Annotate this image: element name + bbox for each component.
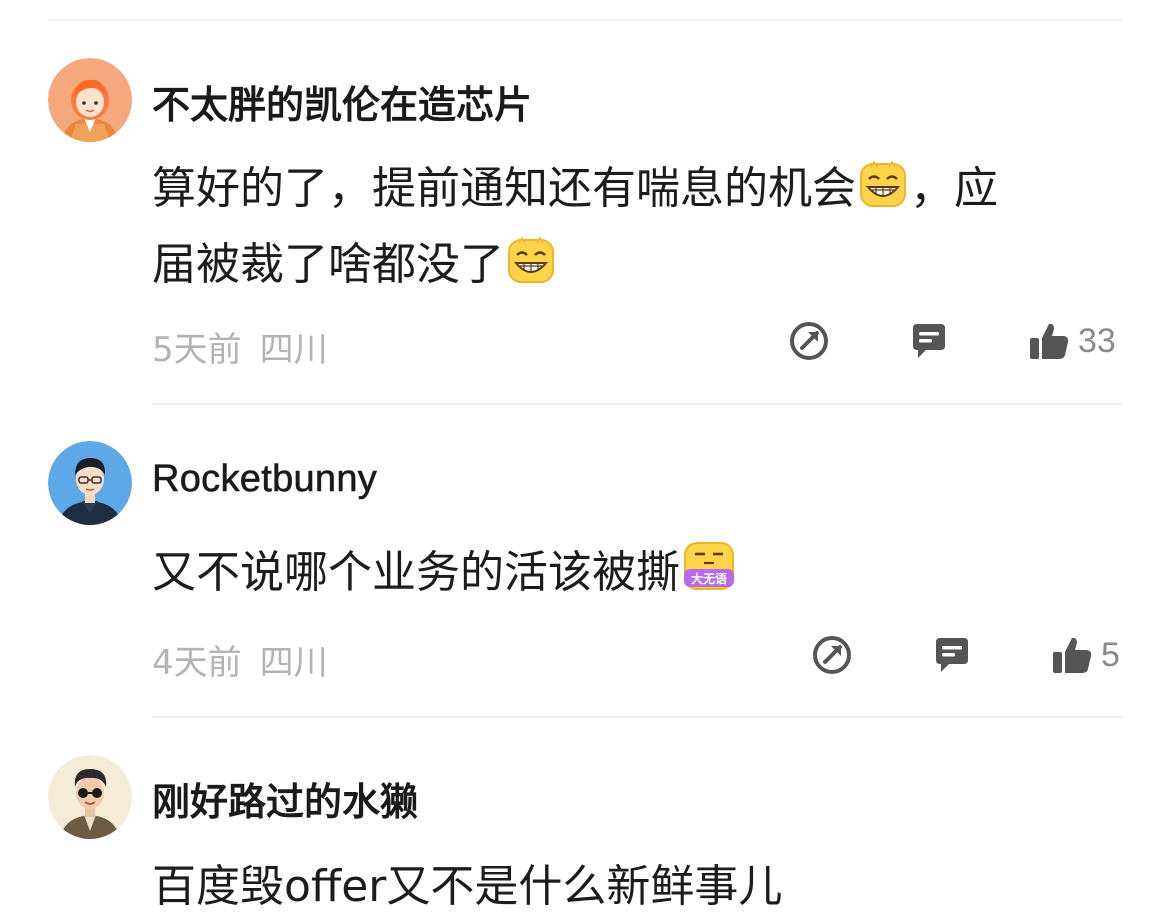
- grin-emoji-icon: [858, 159, 908, 230]
- thumbs-up-icon: [1030, 323, 1069, 359]
- comment-text: 百度毁offer又不是什么新鲜事儿: [152, 852, 1112, 922]
- grin-emoji-icon: [506, 235, 556, 306]
- comment-divider: [152, 403, 1122, 405]
- reply-button[interactable]: [908, 320, 950, 362]
- like-button[interactable]: 33: [1028, 320, 1116, 362]
- like-count: 5: [1101, 635, 1120, 674]
- comment-time: 5天前: [152, 330, 242, 370]
- comment-location: 四川: [259, 330, 328, 370]
- top-divider: [48, 19, 1122, 21]
- comment-text-line1: 又不说哪个业务的活该被撕: [152, 547, 680, 598]
- avatar[interactable]: [48, 755, 132, 839]
- share-button[interactable]: [811, 634, 853, 676]
- username[interactable]: 不太胖的凯伦在造芯片: [152, 74, 532, 129]
- comment-text-line1: 百度毁offer又不是什么新鲜事儿: [152, 861, 783, 912]
- comment-text-line1-tail: ，应: [910, 163, 998, 214]
- comment-meta: 4天前 四川: [152, 635, 328, 684]
- comment-icon: [936, 638, 968, 672]
- reply-button[interactable]: [931, 634, 973, 676]
- comment-text: 算好的了，提前通知还有喘息的机会 ，应 届被裁了啥都没了: [152, 154, 1112, 306]
- comment-divider: [152, 716, 1122, 718]
- comment-location: 四川: [259, 643, 328, 683]
- like-button[interactable]: 5: [1051, 634, 1120, 676]
- comment-text: 又不说哪个业务的活该被撕 大无语: [152, 538, 1112, 614]
- share-icon: [813, 636, 851, 674]
- username[interactable]: Rocketbunny: [152, 458, 377, 501]
- comment-time: 4天前: [152, 643, 242, 683]
- share-button[interactable]: [788, 320, 830, 362]
- share-icon: [790, 322, 828, 360]
- avatar[interactable]: [48, 58, 132, 142]
- thumbs-up-icon: [1053, 637, 1092, 673]
- avatar[interactable]: [48, 441, 132, 525]
- speechless-emoji-icon: 大无语: [682, 539, 736, 614]
- comment-icon: [913, 324, 945, 358]
- username[interactable]: 刚好路过的水獭: [152, 771, 418, 826]
- comment-text-line2: 届被裁了啥都没了: [152, 239, 504, 290]
- comment-text-line1: 算好的了，提前通知还有喘息的机会: [152, 163, 856, 214]
- emoji-badge-text: 大无语: [691, 571, 727, 586]
- like-count: 33: [1078, 321, 1116, 360]
- comment-meta: 5天前 四川: [152, 322, 328, 371]
